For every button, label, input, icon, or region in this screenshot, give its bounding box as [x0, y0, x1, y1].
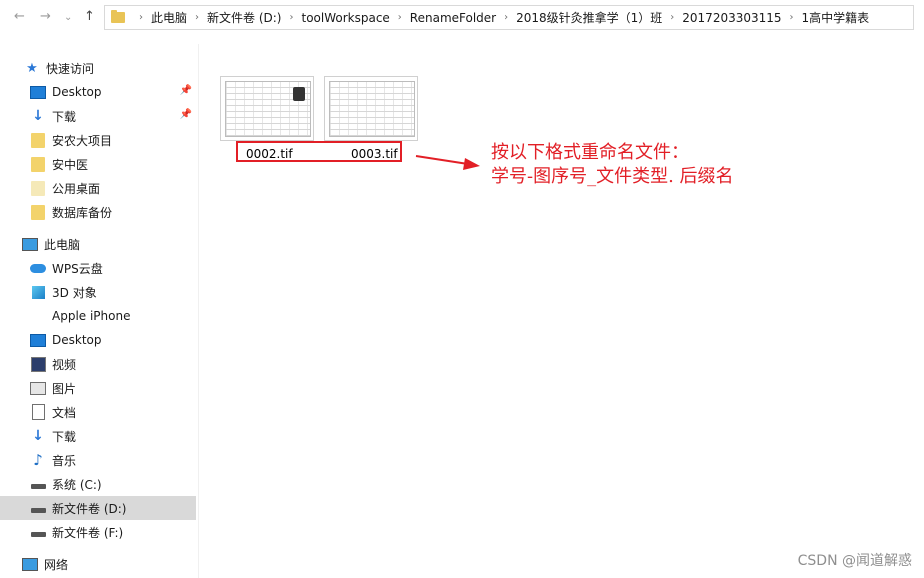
sidebar-item-drive-c[interactable]: 系统 (C:): [0, 472, 196, 496]
drive-icon: [30, 476, 46, 492]
sidebar-item-folder[interactable]: 安中医: [0, 152, 196, 176]
sidebar-item-label: 下载: [52, 109, 77, 124]
sidebar-item-label: 文档: [52, 405, 77, 420]
sidebar-item-apple-iphone[interactable]: Apple iPhone: [0, 304, 196, 328]
document-preview: [329, 81, 415, 137]
sidebar-item-label: 3D 对象: [52, 285, 97, 300]
sidebar-item-label: 安农大项目: [52, 133, 113, 148]
sidebar-item-label: 新文件卷 (F:): [52, 525, 124, 540]
document-icon: [30, 404, 46, 420]
forward-arrow-icon[interactable]: →: [40, 9, 51, 24]
network-icon: [22, 556, 38, 572]
sidebar-item-quick-access[interactable]: ★ 快速访问: [0, 56, 196, 80]
sidebar-item-label: Apple iPhone: [52, 309, 131, 323]
cube-icon: [30, 284, 46, 300]
sidebar-item-label: 安中医: [52, 157, 89, 172]
chevron-right-icon: ›: [504, 12, 509, 23]
sidebar-item-network[interactable]: 网络: [0, 552, 196, 576]
file-thumbnail[interactable]: [324, 76, 418, 141]
breadcrumb-item[interactable]: 新文件卷 (D:): [207, 9, 281, 26]
sidebar-item-label: 网络: [44, 557, 69, 572]
music-icon: ♪: [33, 451, 43, 469]
sidebar-item-label: 图片: [52, 381, 77, 396]
arrow-icon: [415, 155, 480, 170]
recent-locations-chevron-icon[interactable]: ⌄: [64, 12, 72, 23]
pane-divider[interactable]: [198, 44, 199, 578]
sidebar-item-label: Desktop: [52, 85, 102, 99]
navigation-pane: ★ 快速访问 Desktop 📌 ↓ 下载 📌 安农大项目 安中医 公用桌面 数…: [0, 52, 198, 578]
sidebar-item-label: 下载: [52, 429, 77, 444]
pin-icon[interactable]: 📌: [180, 109, 192, 120]
portrait-photo: [293, 87, 305, 101]
desktop-icon: [30, 332, 46, 348]
sidebar-item-drive-f[interactable]: 新文件卷 (F:): [0, 520, 196, 544]
sidebar-item-label: 音乐: [52, 453, 77, 468]
file-thumbnail[interactable]: [220, 76, 314, 141]
sidebar-item-videos[interactable]: 视频: [0, 352, 196, 376]
video-icon: [30, 356, 46, 372]
download-icon: ↓: [32, 428, 44, 444]
sidebar-item-3d-objects[interactable]: 3D 对象: [0, 280, 196, 304]
sidebar-item-pictures[interactable]: 图片: [0, 376, 196, 400]
sidebar-item-desktop[interactable]: Desktop: [0, 328, 196, 352]
sidebar-item-label: 此电脑: [44, 237, 81, 252]
sidebar-item-this-pc[interactable]: 此电脑: [0, 232, 196, 256]
sidebar-item-downloads[interactable]: ↓ 下载 📌: [0, 104, 196, 128]
highlight-box: [236, 141, 402, 162]
sidebar-item-label: 快速访问: [46, 61, 95, 76]
pin-icon[interactable]: 📌: [180, 85, 192, 96]
breadcrumb-item[interactable]: 2018级针灸推拿学（1）班: [516, 9, 662, 26]
drive-icon: [30, 500, 46, 516]
address-bar-area: ← → ⌄ ↑ › 此电脑 › 新文件卷 (D:) › toolWorkspac…: [0, 0, 924, 36]
sidebar-item-label: 系统 (C:): [52, 477, 102, 492]
sidebar-item-music[interactable]: ♪ 音乐: [0, 448, 196, 472]
chevron-right-icon: ›: [289, 12, 294, 23]
sidebar-item-folder[interactable]: 安农大项目: [0, 128, 196, 152]
up-arrow-icon[interactable]: ↑: [84, 9, 95, 24]
breadcrumb-item[interactable]: toolWorkspace: [301, 11, 389, 25]
chevron-right-icon: ›: [397, 12, 402, 23]
desktop-icon: [30, 84, 46, 100]
breadcrumb-item[interactable]: 此电脑: [151, 9, 187, 26]
sidebar-item-label: 数据库备份: [52, 205, 113, 220]
back-arrow-icon[interactable]: ←: [14, 9, 25, 24]
sidebar-item-label: WPS云盘: [52, 261, 103, 276]
chevron-right-icon: ›: [195, 12, 200, 23]
sidebar-item-folder[interactable]: 数据库备份: [0, 200, 196, 224]
annotation-line-2: 学号-图序号_文件类型. 后缀名: [491, 166, 734, 187]
sidebar-item-label: 公用桌面: [52, 181, 101, 196]
breadcrumb-item[interactable]: 1高中学籍表: [802, 9, 870, 26]
sidebar-item-drive-d[interactable]: 新文件卷 (D:): [0, 496, 196, 520]
sidebar-item-downloads[interactable]: ↓ 下载: [0, 424, 196, 448]
phone-icon: [30, 308, 46, 324]
folder-icon: [30, 180, 46, 196]
sidebar-item-label: 新文件卷 (D:): [52, 501, 127, 516]
chevron-right-icon: ›: [670, 12, 675, 23]
sidebar-item-documents[interactable]: 文档: [0, 400, 196, 424]
drive-icon: [30, 524, 46, 540]
folder-icon: [111, 10, 125, 23]
cloud-icon: [30, 260, 46, 276]
breadcrumb-item[interactable]: RenameFolder: [410, 11, 496, 25]
breadcrumb[interactable]: › 此电脑 › 新文件卷 (D:) › toolWorkspace › Rena…: [104, 5, 914, 30]
chevron-right-icon: ›: [789, 12, 794, 23]
folder-icon: [30, 132, 46, 148]
breadcrumb-item[interactable]: 2017203303115: [682, 11, 781, 25]
download-icon: ↓: [32, 108, 44, 124]
picture-icon: [30, 380, 46, 396]
watermark: CSDN @闻道解惑: [797, 553, 912, 569]
sidebar-item-wps-cloud[interactable]: WPS云盘: [0, 256, 196, 280]
computer-icon: [22, 236, 38, 252]
chevron-right-icon: ›: [139, 12, 143, 23]
sidebar-item-label: Desktop: [52, 333, 102, 347]
star-icon: ★: [26, 60, 38, 76]
folder-icon: [30, 156, 46, 172]
annotation-line-1: 按以下格式重命名文件：: [491, 142, 689, 163]
sidebar-item-desktop[interactable]: Desktop 📌: [0, 80, 196, 104]
folder-icon: [30, 204, 46, 220]
sidebar-item-label: 视频: [52, 357, 77, 372]
sidebar-item-folder[interactable]: 公用桌面: [0, 176, 196, 200]
